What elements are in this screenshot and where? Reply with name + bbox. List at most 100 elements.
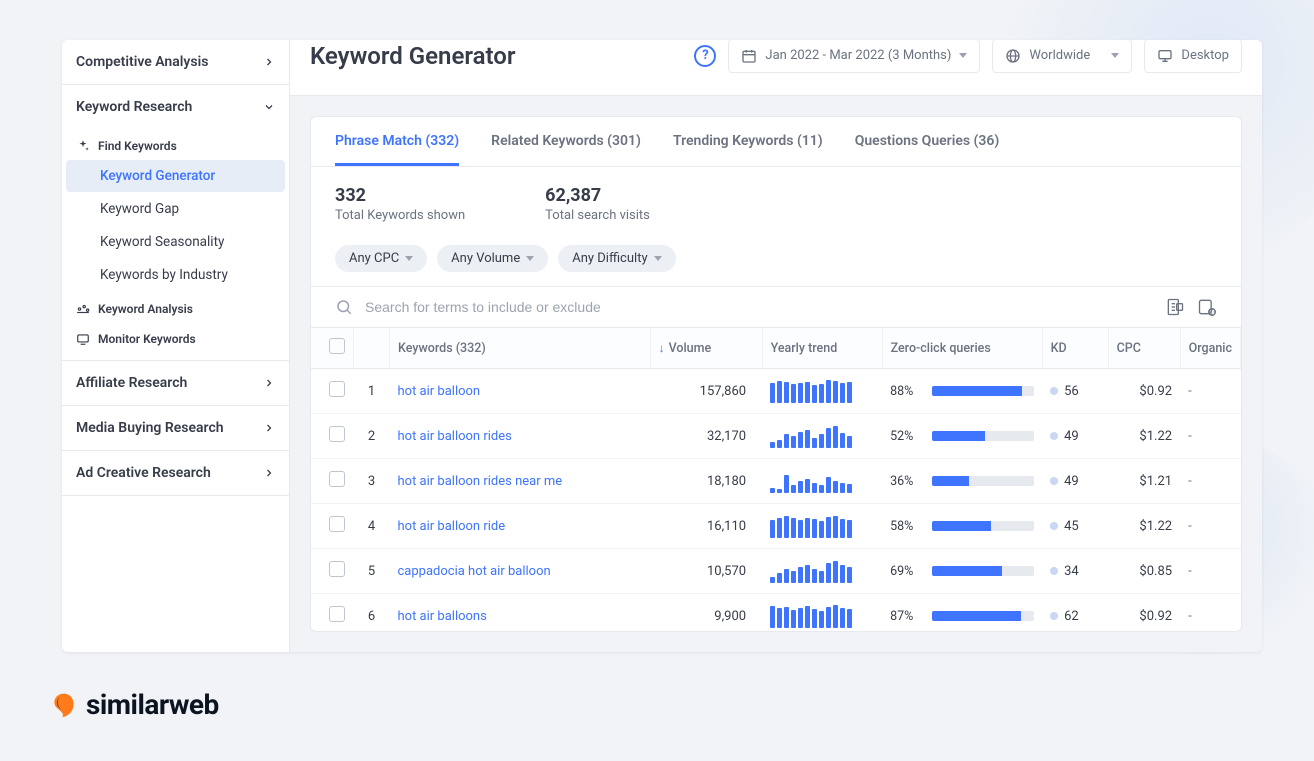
sidebar-item-keyword-generator[interactable]: Keyword Generator [66, 160, 285, 192]
cell-trend [762, 369, 882, 414]
tab-related-keywords[interactable]: Related Keywords (301) [491, 117, 641, 166]
kd-dot-icon [1050, 522, 1058, 530]
cell-zeroclick: 69% [882, 549, 1042, 594]
trend-sparkline [770, 604, 874, 628]
caret-down-icon [959, 53, 967, 58]
cell-cpc: $0.85 [1108, 549, 1180, 594]
search-icon [335, 298, 353, 316]
cell-kd: 49 [1042, 459, 1108, 504]
keywords-table: Keywords (332) ↓Volume Yearly trend Zero… [311, 328, 1241, 632]
col-organic[interactable]: Organic [1180, 328, 1240, 369]
sidebar-subhead-keyword-analysis[interactable]: Keyword Analysis [62, 292, 289, 322]
row-checkbox[interactable] [329, 381, 345, 397]
cell-zeroclick: 88% [882, 369, 1042, 414]
row-index: 3 [354, 459, 390, 504]
chevron-right-icon [263, 56, 275, 68]
cell-cpc: $0.92 [1108, 369, 1180, 414]
caret-down-icon [1111, 53, 1119, 58]
row-checkbox[interactable] [329, 606, 345, 622]
app-frame: Competitive Analysis Keyword Research Fi… [62, 40, 1262, 652]
keyword-link[interactable]: hot air balloon rides [398, 429, 512, 444]
chevron-right-icon [263, 377, 275, 389]
monitor-icon [76, 332, 90, 346]
stat-total-keywords: 332 Total Keywords shown [335, 185, 465, 223]
col-zeroclick[interactable]: Zero-click queries [882, 328, 1042, 369]
cell-volume: 9,900 [650, 594, 762, 633]
row-checkbox[interactable] [329, 426, 345, 442]
cell-organic: - [1180, 504, 1240, 549]
keyword-link[interactable]: hot air balloon [398, 384, 481, 399]
filter-difficulty[interactable]: Any Difficulty [558, 245, 675, 272]
tab-trending-keywords[interactable]: Trending Keywords (11) [673, 117, 823, 166]
cell-kd: 56 [1042, 369, 1108, 414]
calendar-icon [741, 48, 757, 64]
analysis-icon [76, 302, 90, 316]
col-keywords[interactable]: Keywords (332) [390, 328, 651, 369]
filter-volume[interactable]: Any Volume [437, 245, 548, 272]
cell-volume: 10,570 [650, 549, 762, 594]
cell-organic: - [1180, 549, 1240, 594]
sidebar-section-label: Media Buying Research [76, 420, 224, 436]
region-picker[interactable]: Worldwide [992, 40, 1132, 73]
keyword-link[interactable]: hot air balloon rides near me [398, 474, 563, 489]
sidebar: Competitive Analysis Keyword Research Fi… [62, 40, 290, 652]
sidebar-section-affiliate[interactable]: Affiliate Research [62, 361, 289, 405]
export-excel-icon[interactable] [1165, 297, 1185, 317]
table-row: 5 cappadocia hot air balloon 10,570 69% … [311, 549, 1241, 594]
trend-sparkline [770, 424, 874, 448]
col-trend[interactable]: Yearly trend [762, 328, 882, 369]
chevron-down-icon [263, 101, 275, 113]
chevron-right-icon [263, 422, 275, 434]
device-picker[interactable]: Desktop [1144, 40, 1242, 73]
kd-dot-icon [1050, 567, 1058, 575]
sidebar-item-keywords-by-industry[interactable]: Keywords by Industry [66, 259, 285, 291]
main-content: Keyword Generator ? Jan 2022 - Mar 2022 … [290, 40, 1262, 652]
chevron-right-icon [263, 467, 275, 479]
row-checkbox[interactable] [329, 561, 345, 577]
cell-volume: 157,860 [650, 369, 762, 414]
sparkle-icon [76, 139, 90, 153]
stats-row: 332 Total Keywords shown 62,387 Total se… [311, 167, 1241, 241]
sidebar-subhead-find-keywords: Find Keywords [62, 129, 289, 159]
search-input[interactable] [365, 299, 1153, 315]
keyword-link[interactable]: hot air balloon ride [398, 519, 506, 534]
keyword-link[interactable]: hot air balloons [398, 609, 487, 624]
sidebar-section-competitive[interactable]: Competitive Analysis [62, 40, 289, 84]
col-checkbox [311, 328, 354, 369]
select-all-checkbox[interactable] [329, 338, 345, 354]
date-range-picker[interactable]: Jan 2022 - Mar 2022 (3 Months) [728, 40, 980, 73]
sidebar-section-label: Competitive Analysis [76, 54, 208, 70]
table-row: 4 hot air balloon ride 16,110 58% 45 $1.… [311, 504, 1241, 549]
cell-zeroclick: 52% [882, 414, 1042, 459]
cell-trend [762, 594, 882, 633]
table-row: 6 hot air balloons 9,900 87% 62 $0.92 - [311, 594, 1241, 633]
cell-zeroclick: 87% [882, 594, 1042, 633]
sidebar-section-keyword-research[interactable]: Keyword Research [62, 85, 289, 129]
cell-volume: 18,180 [650, 459, 762, 504]
cell-kd: 34 [1042, 549, 1108, 594]
desktop-icon [1157, 48, 1173, 64]
cell-kd: 49 [1042, 414, 1108, 459]
keyword-link[interactable]: cappadocia hot air balloon [398, 564, 551, 579]
row-index: 2 [354, 414, 390, 459]
row-checkbox[interactable] [329, 471, 345, 487]
cell-kd: 62 [1042, 594, 1108, 633]
filter-cpc[interactable]: Any CPC [335, 245, 427, 272]
col-volume[interactable]: ↓Volume [650, 328, 762, 369]
cell-cpc: $1.21 [1108, 459, 1180, 504]
col-kd[interactable]: KD [1042, 328, 1108, 369]
sidebar-section-media-buying[interactable]: Media Buying Research [62, 406, 289, 450]
help-icon[interactable]: ? [694, 45, 716, 67]
kd-dot-icon [1050, 477, 1058, 485]
tab-questions-queries[interactable]: Questions Queries (36) [855, 117, 1000, 166]
sidebar-subhead-monitor-keywords[interactable]: Monitor Keywords [62, 322, 289, 360]
sidebar-item-keyword-gap[interactable]: Keyword Gap [66, 193, 285, 225]
sidebar-section-label: Keyword Research [76, 99, 192, 115]
tab-phrase-match[interactable]: Phrase Match (332) [335, 117, 459, 166]
search-row [311, 287, 1241, 328]
settings-gear-icon[interactable] [1197, 297, 1217, 317]
row-checkbox[interactable] [329, 516, 345, 532]
sidebar-section-ad-creative[interactable]: Ad Creative Research [62, 451, 289, 495]
col-cpc[interactable]: CPC [1108, 328, 1180, 369]
sidebar-item-keyword-seasonality[interactable]: Keyword Seasonality [66, 226, 285, 258]
